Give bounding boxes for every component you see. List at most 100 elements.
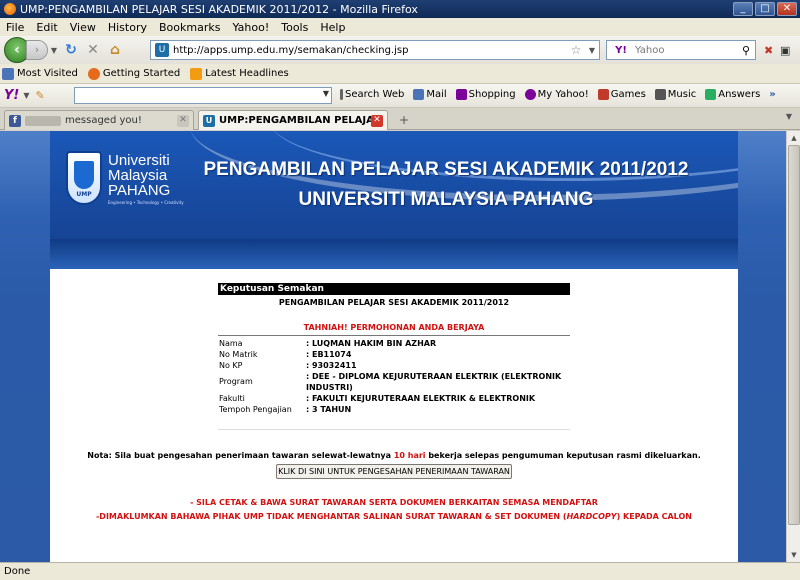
page-viewport: UMP Universiti Malaysia PAHANG Engineeri… <box>0 131 786 562</box>
maximize-button[interactable]: □ <box>755 2 775 16</box>
menu-tools[interactable]: Tools <box>281 21 308 34</box>
window-title-bar: UMP:PENGAMBILAN PELAJAR SESI AKADEMIK 20… <box>0 0 800 18</box>
result-row-name: Nama: LUQMAN HAKIM BIN AZHAR <box>219 339 437 348</box>
search-icon[interactable]: ⚲ <box>737 44 755 57</box>
bookmark-getting-started[interactable]: Getting Started <box>87 67 180 80</box>
menu-bookmarks[interactable]: Bookmarks <box>159 21 220 34</box>
search-engine-icon[interactable]: Y! <box>607 45 635 56</box>
shield-icon: UMP <box>66 151 102 205</box>
result-box: Keputusan Semakan PENGAMBILAN PELAJAR SE… <box>218 283 570 430</box>
scroll-down-icon[interactable]: ▼ <box>788 549 800 561</box>
site-identity-icon[interactable]: U <box>155 43 169 57</box>
firefox-icon <box>87 67 100 80</box>
reload-icon[interactable]: ↻ <box>60 40 82 60</box>
vertical-scrollbar[interactable]: ▲ ▼ <box>786 131 800 562</box>
deadline-note: Nota: Sila buat pengesahan penerimaan ta… <box>87 451 701 460</box>
yahoo-music[interactable]: Music <box>654 89 696 100</box>
home-icon[interactable]: ⌂ <box>104 40 126 60</box>
minimize-button[interactable]: _ <box>733 2 753 16</box>
window-title: UMP:PENGAMBILAN PELAJAR SESI AKADEMIK 20… <box>20 2 418 16</box>
rss-icon <box>190 67 203 80</box>
search-bar[interactable]: Y! ⚲ <box>606 40 756 60</box>
navigation-toolbar: ‹ › ▼ ↻ ✕ ⌂ U http://apps.ump.edu.my/sem… <box>0 36 800 64</box>
music-icon <box>654 89 666 100</box>
page-subtitle: UNIVERSITI MALAYSIA PAHANG <box>298 189 594 210</box>
tab-close-icon[interactable]: ✕ <box>371 114 383 127</box>
addon-extra-icon[interactable]: ▣ <box>780 44 790 57</box>
yahoo-menu-dropdown-icon[interactable]: ▼ <box>23 91 29 100</box>
bookmarks-toolbar: Most Visited Getting Started Latest Head… <box>0 64 800 84</box>
divider <box>218 335 570 336</box>
result-row-duration: Tempoh Pengajian: 3 TAHUN <box>219 405 352 414</box>
my-yahoo-icon <box>524 89 536 100</box>
bookmark-latest-headlines[interactable]: Latest Headlines <box>190 67 289 80</box>
stop-icon[interactable]: ✕ <box>82 40 104 60</box>
url-dropdown-icon[interactable]: ▼ <box>585 46 599 55</box>
congrats-message: TAHNIAH! PERMOHONAN ANDA BERJAYA <box>303 323 485 332</box>
search-input[interactable] <box>635 44 737 56</box>
toolbar-overflow-icon[interactable]: » <box>769 89 775 100</box>
tab-ump[interactable]: U UMP:PENGAMBILAN PELAJAR SESI... ✕ <box>198 110 388 130</box>
new-tab-button[interactable]: + <box>394 112 414 128</box>
bookmark-most-visited[interactable]: Most Visited <box>2 67 78 80</box>
yahoo-logo[interactable]: Y! <box>4 88 19 103</box>
yahoo-mail[interactable]: Mail <box>413 89 447 100</box>
deadline-highlight: 10 hari <box>393 451 426 460</box>
redacted-name <box>25 115 61 126</box>
yahoo-my-yahoo[interactable]: My Yahoo! <box>524 89 589 100</box>
yahoo-answers[interactable]: Answers <box>705 89 760 100</box>
search-icon <box>340 89 343 100</box>
tab-close-icon[interactable]: ✕ <box>177 114 189 127</box>
url-bar[interactable]: U http://apps.ump.edu.my/semakan/checkin… <box>150 40 600 60</box>
close-window-button[interactable]: ✕ <box>777 2 797 16</box>
header-banner: UMP Universiti Malaysia PAHANG Engineeri… <box>50 131 738 269</box>
result-row-program: Program: DEE - DIPLOMA KEJURUTERAAN ELEK… <box>219 372 562 392</box>
logo-tagline: Engineering • Technology • Creativity <box>108 200 184 205</box>
menu-help[interactable]: Help <box>320 21 345 34</box>
result-subtitle: PENGAMBILAN PELAJAR SESI AKADEMIK 2011/2… <box>278 298 510 307</box>
firefox-icon <box>4 3 16 15</box>
facebook-icon: f <box>9 114 21 127</box>
menu-history[interactable]: History <box>108 21 147 34</box>
bookmark-star-icon[interactable]: ☆ <box>567 43 585 57</box>
warning-no-hardcopy: -DIMAKLUMKAN BAHAWA PIHAK UMP TIDAK MENG… <box>95 512 692 521</box>
bookmark-folder-icon <box>2 67 14 80</box>
yahoo-shopping[interactable]: Shopping <box>455 89 516 100</box>
ump-icon: U <box>203 114 215 127</box>
games-icon <box>597 89 609 100</box>
mail-icon <box>413 89 425 100</box>
menu-file[interactable]: File <box>6 21 24 34</box>
yahoo-search-dropdown-icon[interactable]: ▼ <box>323 89 329 98</box>
warning-print: - SILA CETAK & BAWA SURAT TAWARAN SERTA … <box>190 498 598 507</box>
status-text: Done <box>4 566 31 577</box>
tab-bar: f messaged you! ✕ U UMP:PENGAMBILAN PELA… <box>0 108 800 130</box>
result-row-ic: No KP: 93032411 <box>219 361 357 370</box>
addon-icon[interactable]: ✖ <box>764 44 773 57</box>
history-dropdown-icon[interactable]: ▼ <box>48 46 60 55</box>
yahoo-search-web[interactable]: Search Web <box>340 89 404 100</box>
menu-view[interactable]: View <box>70 21 96 34</box>
yahoo-toolbar: Y! ▼ ✎ ▼ Search Web Mail Shopping My Yah… <box>0 84 800 108</box>
scrollbar-thumb[interactable] <box>788 145 800 525</box>
menu-yahoo[interactable]: Yahoo! <box>232 21 269 34</box>
menu-bar: File Edit View History Bookmarks Yahoo! … <box>0 18 800 36</box>
status-bar: Done <box>0 562 800 580</box>
yahoo-search-input[interactable]: ▼ <box>74 87 332 104</box>
pencil-icon[interactable]: ✎ <box>36 89 45 102</box>
answers-icon <box>705 89 717 100</box>
content-panel: Keputusan Semakan PENGAMBILAN PELAJAR SE… <box>50 269 738 562</box>
scroll-up-icon[interactable]: ▲ <box>788 132 800 144</box>
url-text[interactable]: http://apps.ump.edu.my/semakan/checking.… <box>173 45 567 56</box>
menu-edit[interactable]: Edit <box>36 21 57 34</box>
logo-text: Universiti Malaysia PAHANG <box>108 152 171 199</box>
result-header: Keputusan Semakan <box>218 283 570 295</box>
forward-button[interactable]: › <box>26 40 48 60</box>
tab-list-icon[interactable]: ▼ <box>782 112 796 126</box>
page-title: PENGAMBILAN PELAJAR SESI AKADEMIK 2011/2… <box>203 159 689 180</box>
confirm-acceptance-button[interactable]: KLIK DI SINI UNTUK PENGESAHAN PENERIMAAN… <box>276 464 512 479</box>
yahoo-games[interactable]: Games <box>597 89 646 100</box>
tab-facebook[interactable]: f messaged you! ✕ <box>4 110 194 130</box>
result-row-matric: No Matrik: EB11074 <box>219 350 352 359</box>
shopping-icon <box>455 89 467 100</box>
university-logo: UMP Universiti Malaysia PAHANG Engineeri… <box>66 151 196 217</box>
